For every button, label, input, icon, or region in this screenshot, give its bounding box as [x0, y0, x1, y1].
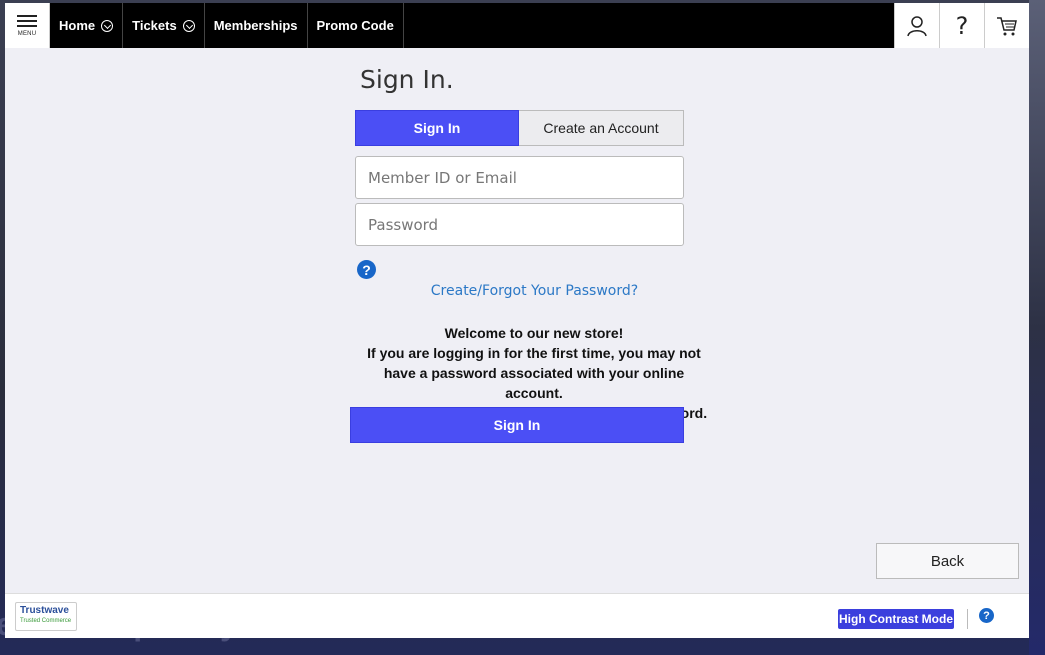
high-contrast-button[interactable]: High Contrast Mode — [838, 609, 954, 629]
sign-in-button[interactable]: Sign In — [350, 407, 684, 443]
page-title: Sign In. — [360, 65, 454, 94]
cart-button[interactable] — [984, 3, 1029, 48]
tab-create-account[interactable]: Create an Account — [519, 110, 684, 146]
help-question-icon: ? — [955, 11, 969, 40]
password-field[interactable] — [355, 203, 684, 246]
cart-icon — [997, 16, 1017, 35]
nav-item-label: Promo Code — [316, 18, 394, 33]
member-id-email-field[interactable] — [355, 156, 684, 199]
nav-item-label: Tickets — [132, 18, 177, 33]
nav-item-label: Memberships — [213, 18, 298, 33]
create-forgot-password-link[interactable]: Create/Forgot Your Password? — [355, 283, 714, 299]
tab-sign-in[interactable]: Sign In — [355, 110, 519, 146]
welcome-line: If you are logging in for the first time… — [367, 345, 701, 361]
footer: Trustwave Trusted Commerce High Contrast… — [5, 593, 1029, 638]
auth-tabs: Sign In Create an Account — [355, 110, 684, 146]
trust-subtitle: Trusted Commerce — [20, 618, 72, 624]
backdrop-strip — [1029, 0, 1045, 655]
footer-divider — [967, 609, 968, 629]
account-button[interactable] — [894, 3, 939, 48]
back-button[interactable]: Back — [876, 543, 1019, 579]
top-nav: MENU Home Tickets Memberships Promo Code… — [5, 3, 1029, 48]
user-icon — [907, 15, 927, 36]
nav-item-tickets[interactable]: Tickets — [123, 3, 205, 48]
trustwave-badge[interactable]: Trustwave Trusted Commerce — [15, 602, 77, 631]
sign-in-modal: MENU Home Tickets Memberships Promo Code… — [5, 3, 1029, 638]
welcome-line: have a password associated with your onl… — [383, 365, 685, 401]
welcome-line: Welcome to our new store! — [444, 325, 624, 341]
hamburger-icon — [17, 14, 37, 28]
nav-item-label: Home — [59, 18, 96, 33]
chevron-down-icon — [182, 19, 195, 32]
footer-help-icon[interactable]: ? — [979, 608, 994, 623]
menu-button[interactable]: MENU — [5, 3, 50, 48]
chevron-down-icon — [101, 19, 114, 32]
menu-label: MENU — [17, 30, 37, 37]
nav-item-memberships[interactable]: Memberships — [205, 3, 308, 48]
trust-title: Trustwave — [20, 605, 69, 616]
nav-item-promo-code[interactable]: Promo Code — [308, 3, 404, 48]
help-button[interactable]: ? — [939, 3, 984, 48]
password-help-icon[interactable]: ? — [357, 260, 376, 279]
nav-item-home[interactable]: Home — [50, 3, 124, 48]
